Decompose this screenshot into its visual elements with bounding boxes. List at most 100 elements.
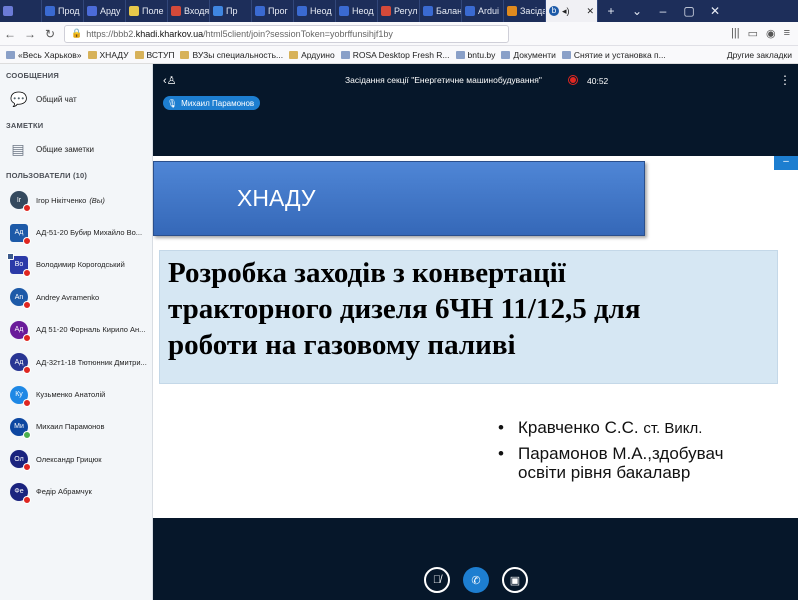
close-window-icon[interactable]: ✕ (702, 0, 728, 22)
bookmark-label: bntu.by (467, 49, 496, 60)
user-list-item[interactable]: Фе Федір Абрамчук (0, 476, 152, 508)
toggle-userlist-icon[interactable]: ‹♙ (163, 74, 177, 87)
bookmark-item[interactable]: Документи (501, 50, 556, 60)
user-name: Володимир Корогодський (36, 260, 125, 270)
other-bookmarks[interactable]: Другие закладки (715, 50, 798, 60)
user-list-item[interactable]: Ад АД 51-20 Форналь Кирило Ан... (0, 314, 152, 346)
browser-tab[interactable]: Прод (42, 0, 84, 22)
user-list-item[interactable]: Ад АД-32т1-18 Тютюнник Дмитри... (0, 346, 152, 378)
user-name: АД 51-20 Форналь Кирило Ан... (36, 325, 146, 335)
tab-favicon-icon (213, 6, 223, 16)
avatar: Фе (10, 482, 31, 504)
user-name: АД-51-20 Бубир Михайло Во... (36, 228, 143, 238)
tab-list-icon[interactable]: ⌄ (624, 0, 650, 22)
bookmark-item[interactable]: ВУЗы специальность... (180, 50, 283, 60)
browser-tab[interactable] (0, 0, 42, 22)
author1-name: Кравченко С.С. (518, 418, 639, 437)
browser-tab[interactable]: Прог (252, 0, 294, 22)
bookmark-item[interactable]: ВСТУП (134, 50, 174, 60)
minimize-window-icon[interactable]: – (650, 0, 676, 22)
user-list-item[interactable]: Ми Михаил Парамонов (0, 411, 152, 443)
browser-tab[interactable]: Входя (168, 0, 210, 22)
bookmark-item[interactable]: Ардуино (289, 50, 335, 60)
lock-icon: 🔒 (71, 28, 83, 38)
browser-tab[interactable]: Поле (126, 0, 168, 22)
tab-label: Поле (142, 6, 164, 16)
share-webcam-button[interactable]: ▣ (502, 567, 528, 593)
bookmark-item[interactable]: Снятие и установка п... (561, 50, 666, 60)
presentation-slide: ХНАДУ – Розробка заходів з конвертації т… (153, 156, 798, 518)
tab-favicon-icon (3, 6, 13, 16)
talking-indicator[interactable]: 🎙 Михаил Парамонов (163, 96, 261, 110)
tab-label: Засіда (520, 6, 546, 16)
author2-line1: Парамонов М.А.,здобувач (518, 444, 724, 463)
sidebar-icon[interactable]: ▭ (748, 27, 758, 40)
forward-arrow-icon[interactable]: → (20, 27, 40, 41)
main-content: ‹♙ Засідання секції "Енергетичне машиноб… (153, 64, 798, 600)
page-icon (340, 50, 350, 59)
address-bar[interactable]: 🔒 https://bbb2. khadi.kharkov.ua/html5cli… (64, 24, 509, 43)
bookmark-label: Ардуино (301, 49, 335, 60)
avatar-initials: Ад (14, 326, 24, 334)
close-tab-icon[interactable]: ✕ (586, 6, 594, 17)
library-icon[interactable]: ||| (731, 27, 740, 40)
user-list-item[interactable]: Во Володимир Корогодський (0, 249, 152, 281)
user-name: Ігор Нікітченко (36, 195, 87, 205)
browser-tab[interactable]: Арду (84, 0, 126, 22)
browser-tab[interactable]: Засіда (504, 0, 546, 22)
user-list-item[interactable]: Ку Кузьменко Анатолій (0, 378, 152, 410)
extension-icon[interactable]: ◉ (766, 27, 776, 40)
shared-notes-item[interactable]: ▤ Общие заметки (0, 134, 152, 164)
recording-icon[interactable] (568, 75, 578, 85)
presenter-icon (7, 252, 14, 260)
menu-icon[interactable]: ≡ (784, 27, 790, 40)
browser-tab-bar: Прод Арду Поле Входя Пр Прог Неод Неод Регул Бала… (0, 0, 798, 22)
fullscreen-icon[interactable]: ⤢ (786, 506, 794, 517)
recording-time: 40:52 (587, 76, 609, 86)
mute-microphone-button[interactable]: 🎙̸ (424, 567, 450, 593)
tab-label: Неод (352, 6, 374, 16)
browser-nav-bar: ← → ↻ 🔒 https://bbb2. khadi.kharkov.ua/ht… (0, 22, 798, 46)
avatar-initials: An (14, 293, 24, 301)
tab-label: Прод (58, 6, 80, 16)
browser-tab[interactable]: Регул (378, 0, 420, 22)
avatar-initials: Ir (16, 196, 22, 204)
new-tab-icon[interactable]: + (598, 0, 624, 22)
audio-status-icon (23, 301, 31, 310)
tab-favicon-icon (87, 6, 97, 16)
back-arrow-icon[interactable]: ← (0, 27, 20, 41)
browser-tab-active[interactable]: b ◂) ✕ (546, 0, 598, 22)
tab-favicon-icon (465, 6, 475, 16)
shared-notes-label: Общие заметки (36, 144, 94, 154)
leave-audio-button[interactable]: ✆ (463, 567, 489, 593)
microphone-muted-icon: 🎙̸ (432, 574, 442, 586)
minimize-presentation-button[interactable]: – (774, 156, 798, 170)
more-options-icon[interactable]: ⋮ (779, 73, 791, 87)
page-icon (561, 50, 571, 59)
audio-status-icon (23, 463, 31, 472)
user-list-item[interactable]: Ад АД-51-20 Бубир Михайло Во... (0, 216, 152, 248)
bookmark-item[interactable]: ROSA Desktop Fresh R... (340, 50, 450, 60)
avatar: Ад (10, 223, 31, 245)
bookmark-item[interactable]: ХНАДУ (87, 50, 129, 60)
user-list-item[interactable]: An Andrey Avramenko (0, 281, 152, 313)
users-section-title: ПОЛЬЗОВАТЕЛИ (10) (6, 171, 88, 180)
browser-tab[interactable]: Ardui (462, 0, 504, 22)
speaker-icon[interactable]: ◂) (562, 6, 570, 17)
browser-tab[interactable]: Неод (336, 0, 378, 22)
tab-favicon-icon (255, 6, 265, 16)
user-name: Олександр Грицюк (36, 454, 102, 464)
browser-tab[interactable]: Балан (420, 0, 462, 22)
slide-title-line: Розробка заходів з конвертації (168, 257, 566, 289)
public-chat-item[interactable]: 💬 Общий чат (0, 84, 152, 114)
avatar: Ку (10, 385, 31, 407)
browser-tab[interactable]: Пр (210, 0, 252, 22)
bookmark-item[interactable]: «Весь Харьков» (6, 50, 82, 60)
maximize-window-icon[interactable]: ▢ (676, 0, 702, 22)
reload-icon[interactable]: ↻ (40, 27, 60, 41)
bookmark-item[interactable]: bntu.by (455, 49, 496, 60)
user-list-item[interactable]: Ол Олександр Грицюк (0, 443, 152, 475)
meeting-title: Засідання секції "Енергетичне машинобуду… (345, 75, 542, 85)
browser-tab[interactable]: Неод (294, 0, 336, 22)
user-list-item[interactable]: Ir Ігор Нікітченко (Вы) (0, 184, 152, 216)
